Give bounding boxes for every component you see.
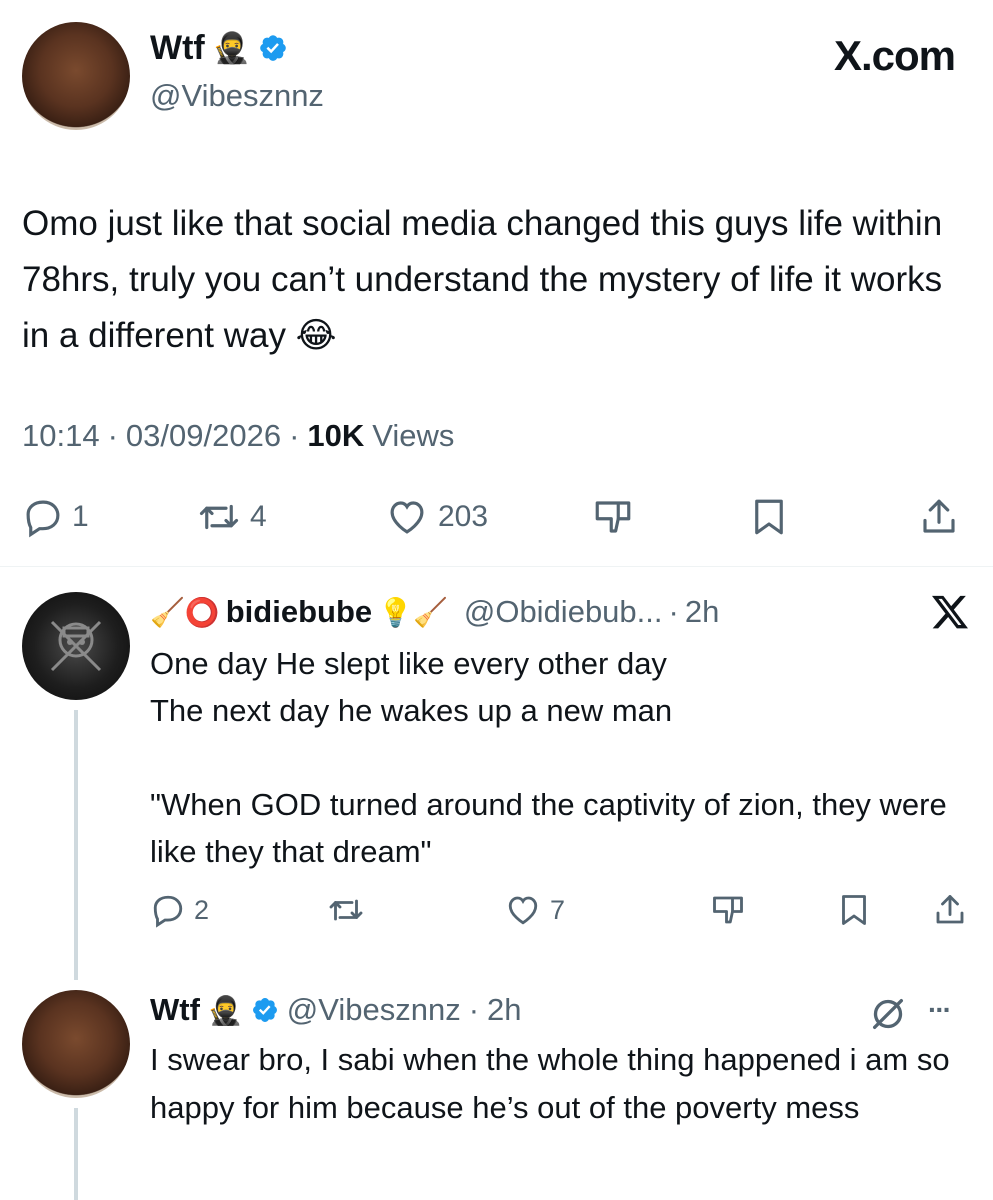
reply2-handle[interactable]: @Vibesznnz — [287, 992, 461, 1028]
brand-label: X.com — [833, 32, 956, 80]
verified-badge-icon — [260, 35, 286, 61]
reply2-avatar[interactable] — [22, 990, 130, 1098]
reply2-header: Wtf 🥷 @Vibesznnz · 2h — [150, 986, 522, 1034]
meta-dot: · — [468, 992, 480, 1027]
meta-dot: · — [668, 594, 679, 629]
reply1-like-button[interactable]: 7 — [504, 892, 565, 928]
reply2-author-name[interactable]: Wtf — [150, 992, 200, 1028]
author-name[interactable]: Wtf — [150, 29, 205, 68]
reply1-repost-button[interactable] — [326, 892, 374, 928]
reply1-reply-button[interactable]: 2 — [150, 892, 209, 928]
reply-icon — [26, 500, 60, 538]
bookmark-icon — [842, 895, 866, 925]
reply1-name[interactable]: bidiebube — [226, 594, 372, 630]
views-label: Views — [372, 418, 455, 453]
grok-icon[interactable] — [868, 994, 908, 1039]
thread-line — [74, 1108, 78, 1200]
bookmark-icon — [755, 499, 783, 535]
reply1-bookmark-button[interactable] — [836, 892, 872, 928]
share-icon — [936, 895, 964, 924]
bookmark-button[interactable] — [748, 496, 790, 538]
meta-dot: · — [107, 418, 118, 453]
reply1-like-count: 7 — [550, 894, 566, 925]
tweet-text: Omo just like that social media changed … — [22, 204, 952, 355]
reply1-avatar[interactable] — [22, 592, 130, 700]
reply1-name-prefix: 🧹⭕ — [150, 596, 220, 628]
more-options-icon[interactable]: ··· — [928, 994, 952, 1026]
tweet-time[interactable]: 10:14 — [22, 418, 100, 454]
reply1-dislike-button[interactable] — [708, 892, 748, 928]
tweet-date[interactable]: 03/09/2026 — [126, 418, 281, 454]
reply1-share-button[interactable] — [932, 892, 968, 928]
author-avatar[interactable] — [22, 22, 130, 130]
reply1-name-suffix: 💡🧹 — [378, 596, 448, 628]
tweet-meta: 10:14 · 03/09/2026 · 10K Views — [22, 418, 454, 454]
meta-dot: · — [289, 418, 300, 453]
reply-icon — [153, 895, 183, 928]
thumbs-down-icon — [595, 501, 631, 533]
repost-button[interactable]: 4 — [196, 496, 267, 538]
thumbs-down-icon — [713, 896, 743, 924]
reply1-text: One day He slept like every other day Th… — [150, 646, 947, 869]
author-handle[interactable]: @Vibesznnz — [150, 78, 324, 114]
reply1-header: 🧹⭕ bidiebube 💡🧹 @Obidiebub... · 2h — [150, 588, 719, 636]
repost-icon — [329, 899, 363, 921]
reply1-handle[interactable]: @Obidiebub... — [464, 594, 663, 630]
brand-text: X.com — [833, 32, 956, 79]
verified-badge-icon — [252, 998, 277, 1022]
reply2-time[interactable]: 2h — [487, 992, 521, 1028]
views-count: 10K — [307, 418, 365, 453]
skull-emblem-icon — [50, 620, 102, 672]
reply1-time[interactable]: 2h — [685, 594, 719, 630]
reply-count: 1 — [72, 500, 89, 533]
like-count: 203 — [438, 500, 489, 533]
reply-button[interactable]: 1 — [22, 496, 89, 538]
share-button[interactable] — [918, 496, 960, 538]
heart-icon — [390, 501, 424, 534]
repost-count: 4 — [250, 500, 267, 533]
heart-icon — [508, 896, 538, 925]
reply1-reply-count: 2 — [194, 894, 210, 925]
author-name-row: Wtf 🥷 — [150, 26, 288, 70]
reply2-text: I swear bro, I sabi when the whole thing… — [150, 1042, 959, 1125]
share-icon — [923, 499, 955, 533]
x-logo-icon[interactable] — [928, 592, 972, 637]
dislike-button[interactable] — [590, 496, 636, 538]
ninja-emoji: 🥷 — [212, 31, 251, 65]
repost-icon — [199, 504, 239, 530]
thread-line — [74, 710, 78, 980]
like-button[interactable]: 203 — [384, 496, 488, 538]
tweet-divider — [0, 566, 993, 567]
ninja-emoji: 🥷 — [207, 994, 243, 1026]
